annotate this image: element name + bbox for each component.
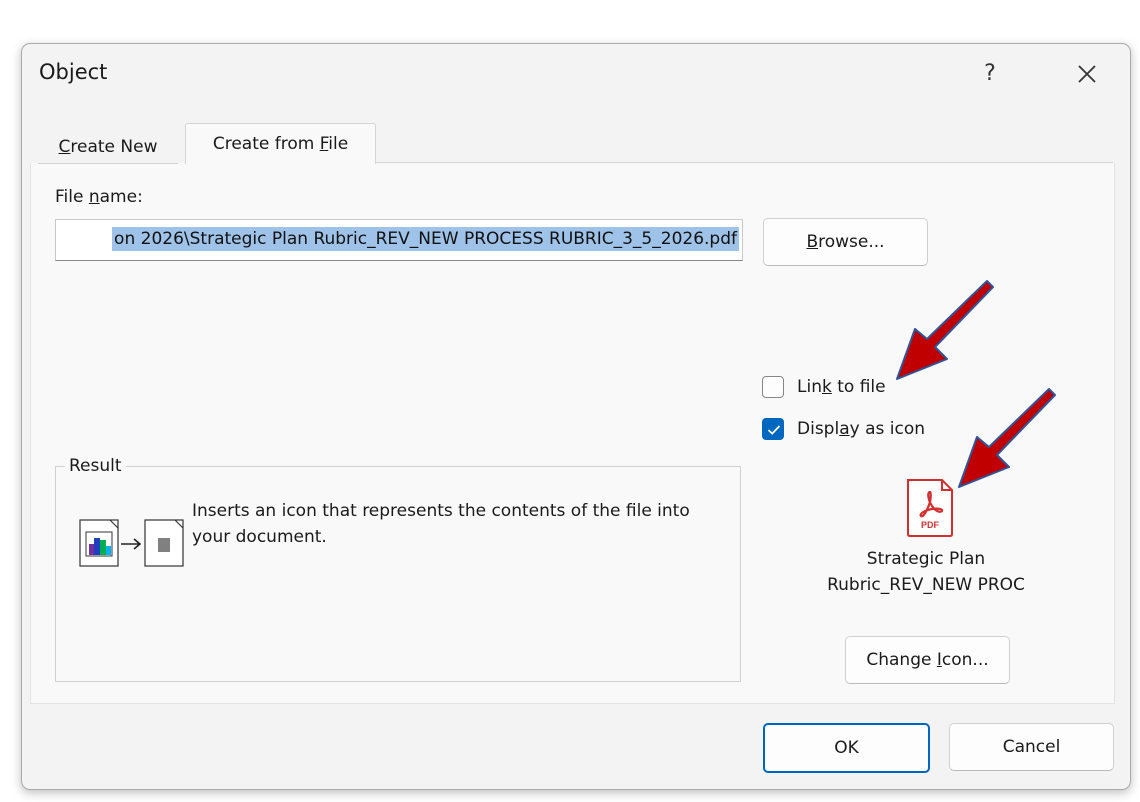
- close-icon: [1078, 65, 1096, 83]
- pdf-badge: PDF: [921, 520, 940, 530]
- change-icon-button[interactable]: Change Icon...: [845, 636, 1010, 684]
- icon-caption-line1: Strategic Plan: [866, 549, 986, 569]
- pdf-file-icon: PDF: [907, 479, 953, 537]
- change-icon-label: Change: [866, 650, 937, 670]
- browse-accesskey: B: [806, 232, 819, 252]
- icon-caption: Strategic Plan Rubric_REV_NEW PROC: [811, 546, 1041, 598]
- result-graphic: [79, 500, 189, 574]
- file-name-selected-text: on 2026\Strategic Plan Rubric_REV_NEW PR…: [112, 227, 739, 251]
- result-label: Result: [65, 456, 126, 476]
- tab-label: ile: [328, 134, 349, 154]
- tab-divider: [373, 162, 1113, 163]
- browse-button[interactable]: Browse...: [763, 218, 928, 266]
- file-name-label: File name:: [55, 187, 143, 207]
- file-icon-preview: PDF: [904, 478, 956, 542]
- link-to-file-checkbox[interactable]: [762, 376, 784, 398]
- insert-icon-diagram-icon: [79, 519, 184, 567]
- cancel-button[interactable]: Cancel: [949, 723, 1114, 771]
- help-button[interactable]: ?: [965, 52, 1015, 96]
- tab-create-new[interactable]: Create New: [38, 132, 178, 164]
- dialog-title: Object: [39, 60, 108, 84]
- annotation-arrow-icon: [958, 388, 1056, 488]
- title-bar: Object ?: [22, 44, 1130, 104]
- tab-create-from-file[interactable]: Create from File: [185, 123, 376, 164]
- close-button[interactable]: [1062, 52, 1112, 96]
- ok-button[interactable]: OK: [763, 723, 930, 773]
- icon-caption-line2: Rubric_REV_NEW PROC: [827, 575, 1025, 595]
- display-as-icon-checkbox[interactable]: [762, 418, 784, 440]
- tab-label-accesskey: C: [58, 137, 71, 157]
- checkmark-icon: [767, 425, 781, 435]
- tab-label: reate New: [70, 137, 158, 157]
- change-icon-label: con...: [941, 650, 989, 670]
- result-description: Inserts an icon that represents the cont…: [192, 501, 690, 547]
- tab-label-accesskey: F: [319, 134, 329, 154]
- file-name-input[interactable]: on 2026\Strategic Plan Rubric_REV_NEW PR…: [55, 219, 743, 261]
- annotation-arrow-link: [896, 280, 994, 380]
- browse-label: rowse...: [818, 232, 885, 252]
- link-to-file-label: Link to file: [797, 377, 886, 397]
- display-as-icon-label: Display as icon: [797, 419, 925, 439]
- tab-label: Create from: [212, 134, 320, 154]
